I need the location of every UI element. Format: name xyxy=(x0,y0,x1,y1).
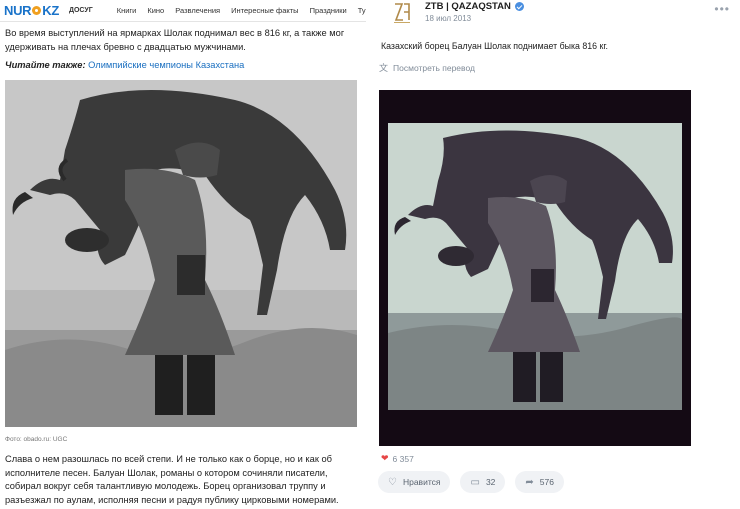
author-logo-icon xyxy=(386,0,418,26)
photo-caption: Фото: obado.ru: UGC xyxy=(5,436,68,443)
author-avatar[interactable] xyxy=(386,0,418,26)
article-photo xyxy=(5,80,357,427)
shares-count: 576 xyxy=(539,477,554,487)
article-panel: NUR KZ ДОСУГ Книги Кино Развлечения Инте… xyxy=(0,0,366,509)
article-paragraph-2: Слава о нем разошлась по всей степи. И н… xyxy=(5,454,339,505)
translate-label: Посмотреть перевод xyxy=(393,62,475,73)
like-button[interactable]: ♡ Нравится xyxy=(378,471,451,493)
logo-part2: KZ xyxy=(42,3,59,18)
read-also-label: Читайте также: xyxy=(5,60,86,70)
read-also: Читайте также: Олимпийские чемпионы Каза… xyxy=(5,59,357,73)
nav-item-facts[interactable]: Интересные факты xyxy=(231,6,298,15)
wrestler-bull-photo-tinted xyxy=(388,123,682,410)
top-nav: NUR KZ ДОСУГ Книги Кино Развлечения Инте… xyxy=(0,0,366,22)
page: NUR KZ ДОСУГ Книги Кино Развлечения Инте… xyxy=(0,0,740,509)
author-name[interactable]: ZTB | QAZAQSTAN xyxy=(425,1,524,12)
author-name-text: ZTB | QAZAQSTAN xyxy=(425,1,511,12)
verified-icon xyxy=(514,2,524,11)
site-logo[interactable]: NUR KZ xyxy=(4,3,59,18)
nav-item-entertainment[interactable]: Развлечения xyxy=(175,6,220,15)
comments-count: 32 xyxy=(485,477,496,487)
heart-icon: ❤ xyxy=(381,453,389,463)
translate-icon: 文 xyxy=(379,63,389,73)
comment-icon: ▭ xyxy=(470,476,480,488)
post-image-inner xyxy=(388,123,682,410)
nav-menu: Книги Кино Развлечения Интересные факты … xyxy=(117,6,366,15)
read-also-link[interactable]: Олимпийские чемпионы Казахстана xyxy=(88,60,244,70)
comment-button[interactable]: ▭ 32 xyxy=(460,471,506,493)
post-text: Казахский борец Балуан Шолак поднимает б… xyxy=(381,41,608,51)
nav-item-books[interactable]: Книги xyxy=(117,6,137,15)
logo-dot-icon xyxy=(32,6,42,15)
post-actions: ♡ Нравится ▭ 32 ➦ 576 xyxy=(378,471,574,493)
share-icon: ➦ xyxy=(525,476,534,488)
wrestler-bull-photo xyxy=(5,80,357,427)
logo-part1: NUR xyxy=(4,3,32,18)
post-date[interactable]: 18 июл 2013 xyxy=(425,14,471,23)
nav-item-tourism[interactable]: Туризм xyxy=(358,6,366,15)
share-button[interactable]: ➦ 576 xyxy=(515,471,564,493)
likes-count: 6 357 xyxy=(392,453,414,464)
heart-outline-icon: ♡ xyxy=(388,476,397,488)
likes-summary[interactable]: ❤ 6 357 xyxy=(381,453,414,464)
translate-link[interactable]: 文 Посмотреть перевод xyxy=(379,61,475,74)
post-image[interactable] xyxy=(379,90,691,446)
more-options-icon[interactable]: ••• xyxy=(714,2,730,16)
section-label[interactable]: ДОСУГ xyxy=(69,7,93,14)
like-button-label: Нравится xyxy=(402,477,441,487)
article-paragraph-1: Во время выступлений на ярмарках Шолак п… xyxy=(5,28,345,52)
nav-item-holidays[interactable]: Праздники xyxy=(310,6,347,15)
nav-item-movies[interactable]: Кино xyxy=(147,6,164,15)
social-post: ZTB | QAZAQSTAN 18 июл 2013 ••• Казахски… xyxy=(372,0,740,509)
